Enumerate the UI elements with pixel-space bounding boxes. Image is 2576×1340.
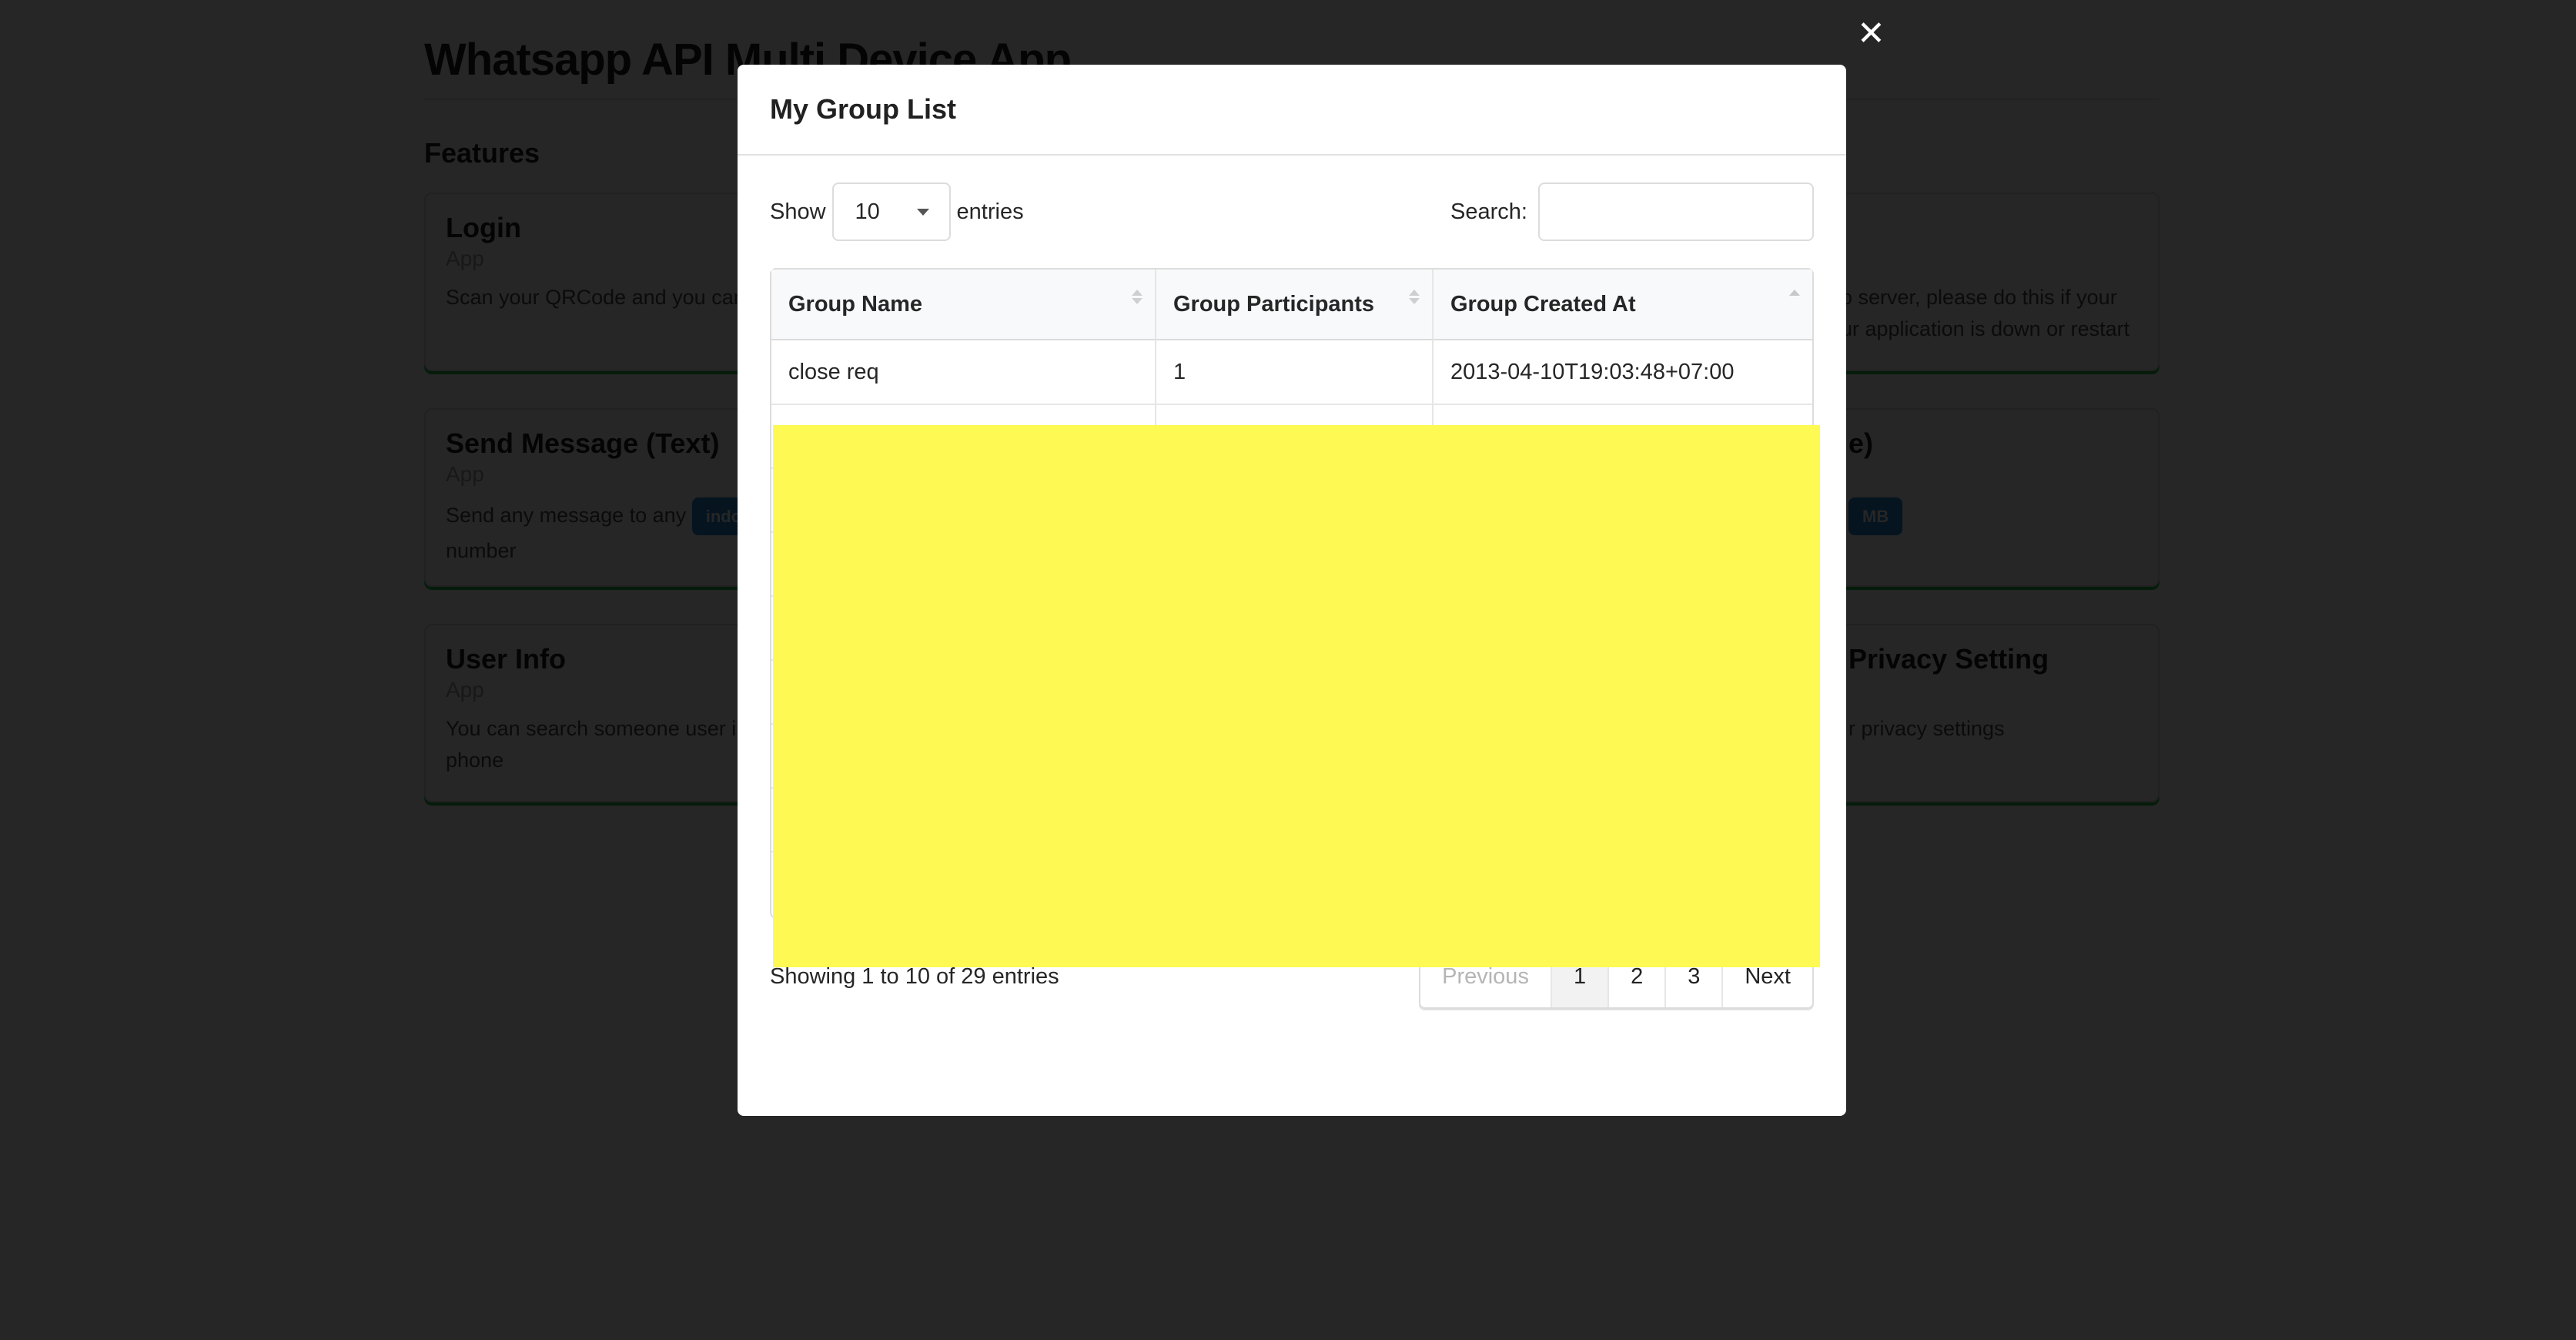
cell-group-participants: 1: [1156, 340, 1434, 405]
column-header-group-participants[interactable]: Group Participants: [1156, 270, 1434, 340]
entries-label: entries: [956, 199, 1024, 224]
table-header-row: Group Name Group Participants Group Crea…: [771, 270, 1812, 340]
sort-icon: [1132, 290, 1142, 304]
show-label: Show: [770, 199, 826, 224]
modal-title: My Group List: [770, 93, 956, 125]
sort-icon: [1409, 290, 1420, 304]
search-input[interactable]: [1538, 183, 1814, 241]
modal-header: My Group List: [738, 65, 1846, 156]
chevron-down-icon: [916, 208, 929, 216]
sort-ascending-icon: [1789, 290, 1800, 296]
column-header-label: Group Participants: [1173, 291, 1375, 317]
table-row: close req 1 2013-04-10T19:03:48+07:00: [771, 340, 1812, 405]
column-header-group-name[interactable]: Group Name: [771, 270, 1156, 340]
column-header-group-created-at[interactable]: Group Created At: [1434, 270, 1812, 340]
entries-length-control: Show 10 entries: [770, 183, 1024, 241]
column-header-label: Group Created At: [1450, 291, 1636, 317]
cell-group-name: close req: [771, 340, 1156, 405]
search-label: Search:: [1450, 199, 1527, 224]
close-icon[interactable]: ✕: [1857, 17, 1885, 51]
redaction-overlay: [773, 425, 1820, 967]
entries-per-page-value: 10: [855, 199, 880, 224]
table-info: Showing 1 to 10 of 29 entries: [770, 963, 1059, 989]
column-header-label: Group Name: [788, 291, 923, 317]
table-controls: Show 10 entries Search:: [770, 156, 1814, 268]
cell-group-created-at: 2013-04-10T19:03:48+07:00: [1434, 340, 1812, 405]
search-control: Search:: [1450, 183, 1814, 241]
entries-per-page-select[interactable]: 10: [831, 183, 951, 241]
